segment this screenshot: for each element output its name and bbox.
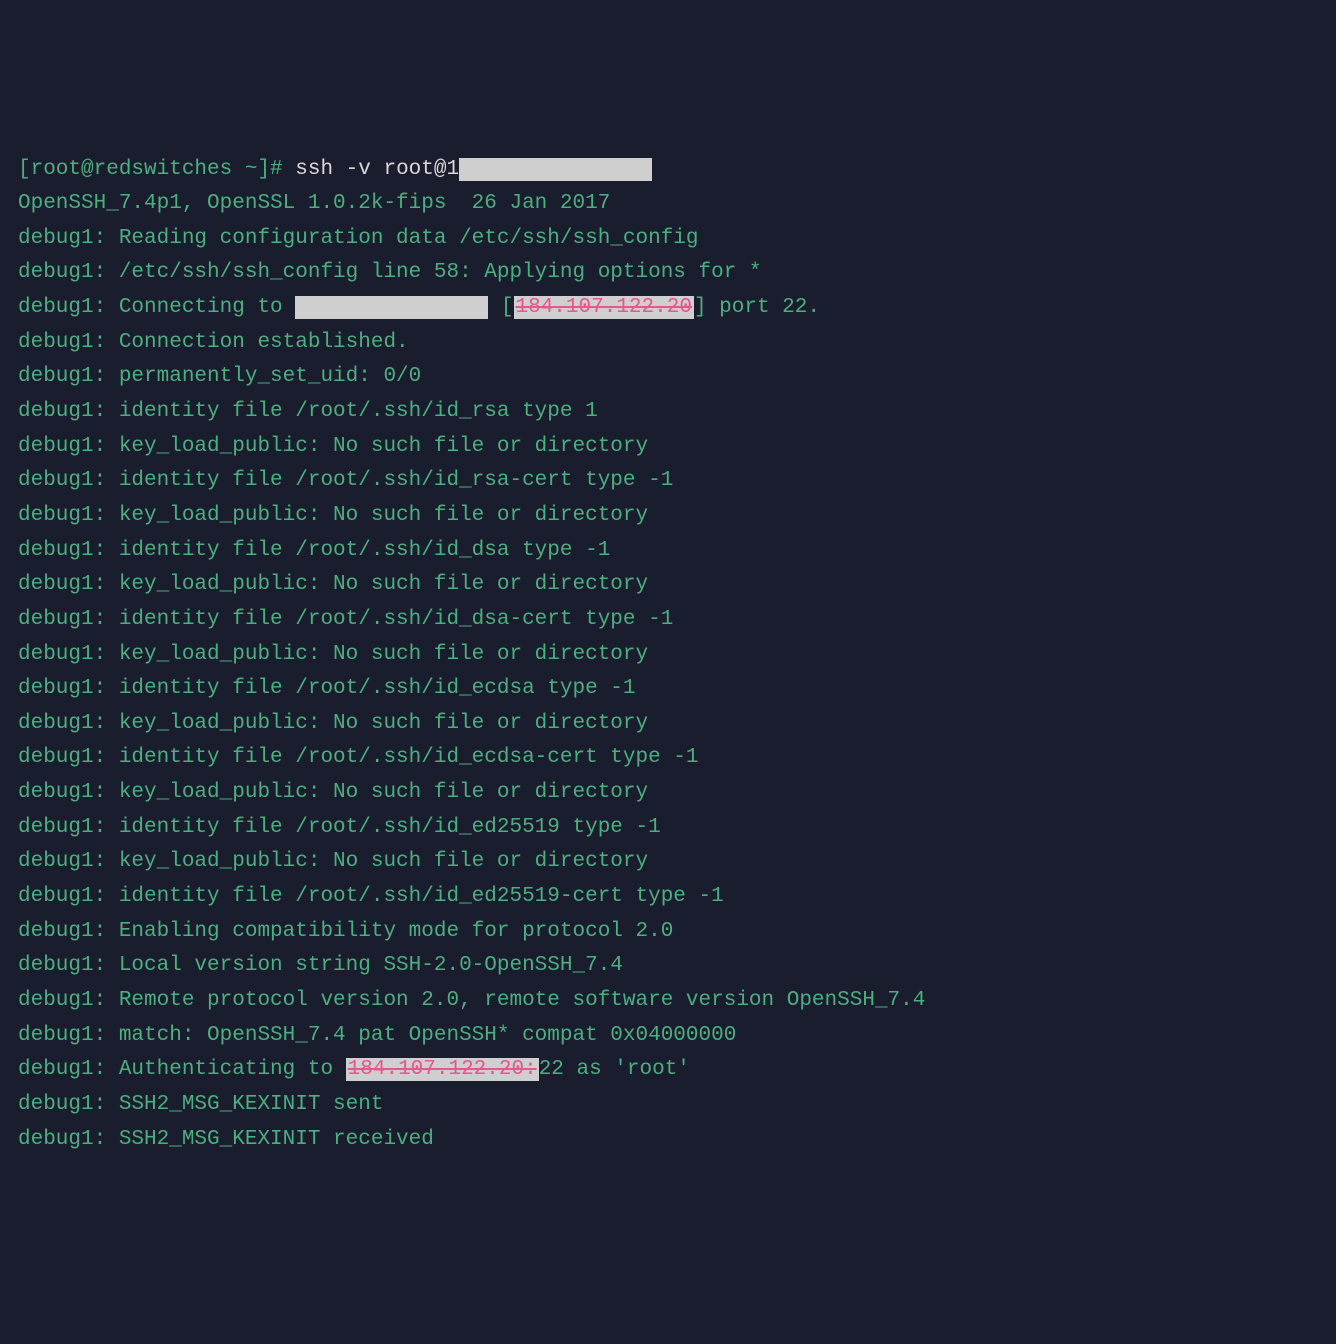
- output-line: debug1: key_load_public: No such file or…: [18, 638, 1318, 673]
- prompt-line: [root@redswitches ~]# ssh -v root@1: [18, 153, 1318, 188]
- output-line: debug1: Authenticating to 184.107.122.20…: [18, 1053, 1318, 1088]
- output-line: debug1: key_load_public: No such file or…: [18, 568, 1318, 603]
- redacted-hostname: [295, 296, 488, 319]
- output-line: debug1: SSH2_MSG_KEXINIT received: [18, 1123, 1318, 1158]
- output-line: debug1: key_load_public: No such file or…: [18, 845, 1318, 880]
- terminal-output[interactable]: [root@redswitches ~]# ssh -v root@1 Open…: [18, 153, 1318, 1158]
- redacted-host: [459, 158, 652, 181]
- redacted-ip: 184.107.122.20: [514, 296, 694, 319]
- text-segment: debug1: Connecting to: [18, 296, 295, 319]
- output-line: debug1: key_load_public: No such file or…: [18, 499, 1318, 534]
- output-line: debug1: key_load_public: No such file or…: [18, 430, 1318, 465]
- output-line: debug1: SSH2_MSG_KEXINIT sent: [18, 1088, 1318, 1123]
- output-line: debug1: Local version string SSH-2.0-Ope…: [18, 949, 1318, 984]
- output-line: debug1: key_load_public: No such file or…: [18, 776, 1318, 811]
- output-line: debug1: identity file /root/.ssh/id_ed25…: [18, 811, 1318, 846]
- output-line: debug1: Connection established.: [18, 326, 1318, 361]
- shell-prompt: [root@redswitches ~]#: [18, 158, 295, 181]
- output-line: debug1: Enabling compatibility mode for …: [18, 915, 1318, 950]
- output-line: debug1: identity file /root/.ssh/id_rsa …: [18, 395, 1318, 430]
- output-line: debug1: match: OpenSSH_7.4 pat OpenSSH* …: [18, 1019, 1318, 1054]
- text-segment: [: [488, 296, 513, 319]
- command-text: ssh -v root@1: [295, 158, 459, 181]
- text-segment: debug1: Authenticating to: [18, 1058, 346, 1081]
- output-line: debug1: permanently_set_uid: 0/0: [18, 360, 1318, 395]
- output-line: debug1: identity file /root/.ssh/id_ed25…: [18, 880, 1318, 915]
- output-line: debug1: identity file /root/.ssh/id_dsa-…: [18, 603, 1318, 638]
- output-line: OpenSSH_7.4p1, OpenSSL 1.0.2k-fips 26 Ja…: [18, 187, 1318, 222]
- text-segment: ] port 22.: [694, 296, 820, 319]
- output-line: debug1: identity file /root/.ssh/id_dsa …: [18, 534, 1318, 569]
- output-line: debug1: Connecting to [184.107.122.20] p…: [18, 291, 1318, 326]
- output-line: debug1: identity file /root/.ssh/id_ecds…: [18, 672, 1318, 707]
- output-line: debug1: Remote protocol version 2.0, rem…: [18, 984, 1318, 1019]
- output-line: debug1: identity file /root/.ssh/id_ecds…: [18, 741, 1318, 776]
- output-line: debug1: /etc/ssh/ssh_config line 58: App…: [18, 256, 1318, 291]
- output-line: debug1: Reading configuration data /etc/…: [18, 222, 1318, 257]
- output-line: debug1: key_load_public: No such file or…: [18, 707, 1318, 742]
- output-line: debug1: identity file /root/.ssh/id_rsa-…: [18, 464, 1318, 499]
- text-segment: 22 as 'root': [539, 1058, 690, 1081]
- redacted-ip: 184.107.122.20:: [346, 1058, 539, 1081]
